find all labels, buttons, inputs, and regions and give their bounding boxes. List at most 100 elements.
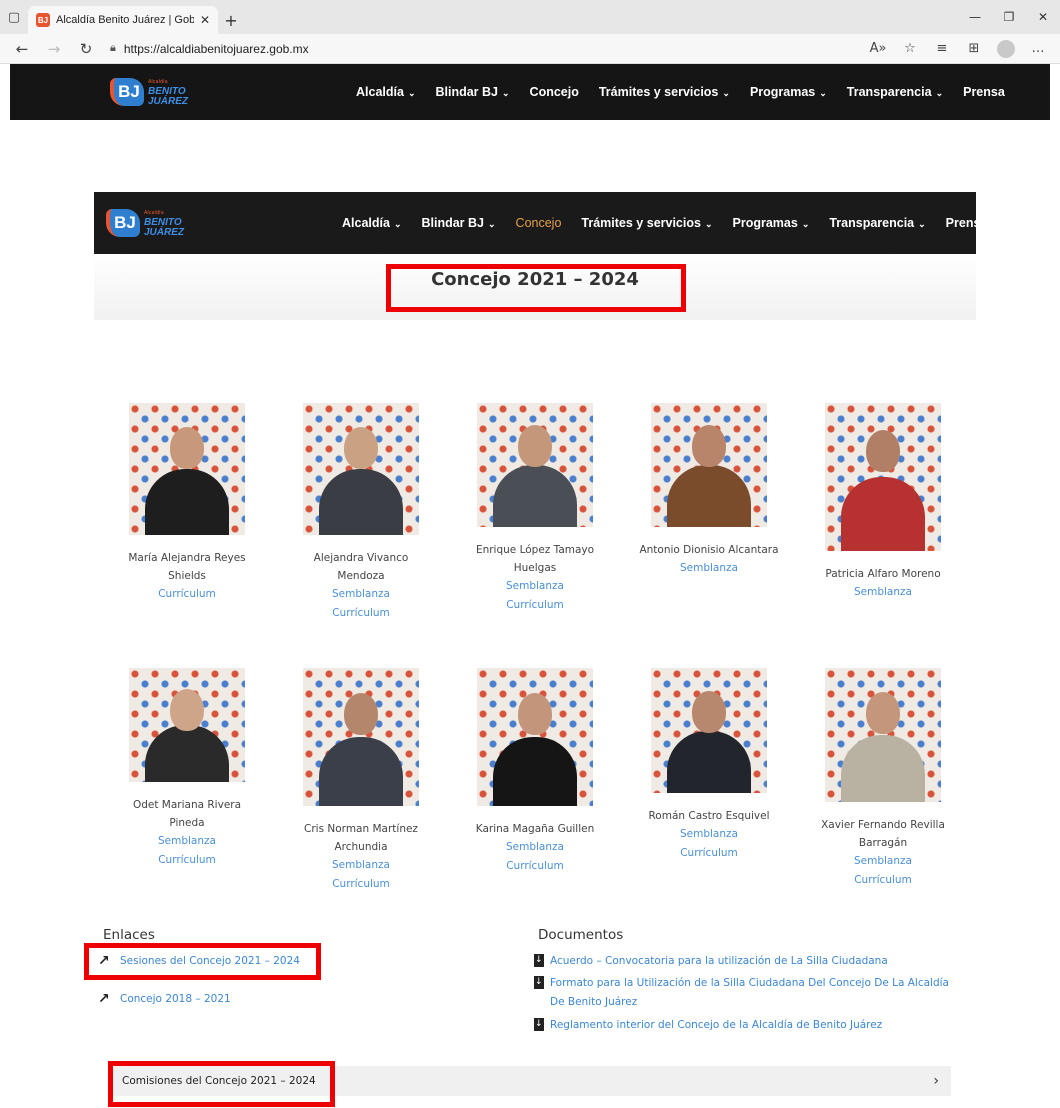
chevron-down-icon: ⌄ [935, 88, 944, 98]
chevron-down-icon: ⌄ [801, 219, 810, 229]
nav-item-concejo[interactable]: Concejo [506, 216, 572, 230]
highlight-box-comisiones [108, 1061, 335, 1107]
member-photo [129, 403, 245, 535]
document-label: Formato para la Utilización de la Silla … [550, 977, 949, 989]
nav-item-label: Alcaldía [356, 85, 404, 99]
council-member-card: Román Castro Esquivel Semblanza Currículum [622, 668, 796, 893]
nav-item-programas[interactable]: Programas ⌄ [740, 85, 837, 99]
council-member-card: Patricia Alfaro Moreno Semblanza [796, 403, 970, 622]
council-member-card: María Alejandra Reyes Shields Currículum [100, 403, 274, 622]
member-link-semblanza[interactable]: Semblanza [332, 585, 390, 604]
minimize-icon[interactable]: — [958, 0, 992, 34]
member-link-currculum[interactable]: Currículum [158, 585, 216, 604]
member-link-semblanza[interactable]: Semblanza [854, 583, 912, 602]
tab-title: Alcaldía Benito Juárez | Gobierno [56, 14, 194, 26]
logo-mark: BJ [106, 209, 140, 237]
content-header: BJ Alcaldía BENITO JUÁREZ Alcaldía ⌄ Blind… [94, 192, 987, 254]
nav-item-label: Transparencia [829, 216, 915, 230]
member-link-semblanza[interactable]: Semblanza [680, 559, 738, 578]
restore-icon[interactable]: ❐ [992, 0, 1026, 34]
member-link-currculum[interactable]: Currículum [506, 596, 564, 615]
member-link-currculum[interactable]: Currículum [680, 844, 738, 863]
member-link-currculum[interactable]: Currículum [332, 875, 390, 894]
member-link-semblanza[interactable]: Semblanza [680, 825, 738, 844]
nav-item-concejo[interactable]: Concejo [520, 85, 589, 99]
nav-item-prensa[interactable]: Prensa [953, 85, 1015, 99]
collections-icon[interactable]: ⊞ [958, 36, 990, 62]
back-button[interactable]: ← [6, 36, 38, 62]
chevron-down-icon: ⌄ [819, 88, 827, 98]
nav-item-label: Prensa [963, 85, 1005, 99]
council-member-card: Alejandra Vivanco Mendoza Semblanza Curríc… [274, 403, 448, 622]
nav-item-programas[interactable]: Programas ⌄ [723, 216, 820, 230]
member-link-semblanza[interactable]: Semblanza [506, 577, 564, 596]
highlight-box-title [386, 264, 686, 312]
profile-avatar[interactable] [997, 39, 1015, 58]
logo-line2: JUÁREZ [144, 227, 185, 238]
nav-item-blindar-bj[interactable]: Blindar BJ ⌄ [411, 216, 505, 230]
more-menu-icon[interactable]: … [1022, 36, 1054, 62]
member-link-semblanza[interactable]: Semblanza [158, 832, 216, 851]
document-link[interactable]: Acuerdo – Convocatoria para la utilizaci… [534, 952, 888, 971]
read-aloud-icon[interactable]: A» [862, 36, 894, 62]
member-photo [651, 403, 767, 527]
enlace-label: Concejo 2018 – 2021 [120, 993, 231, 1005]
member-link-semblanza[interactable]: Semblanza [332, 856, 390, 875]
documentos-title: Documentos [538, 927, 624, 943]
member-link-currculum[interactable]: Currículum [332, 604, 390, 623]
member-photo [477, 668, 593, 806]
lock-icon: 🔒︎ [110, 42, 116, 54]
content-nav: Alcaldía ⌄ Blindar BJ ⌄ Concejo Trámites y se… [332, 216, 997, 230]
enlace-concejo-2018[interactable]: ↗ Concejo 2018 – 2021 [98, 990, 231, 1009]
nav-item-label: Programas [732, 216, 798, 230]
member-name: Odet Mariana Rivera Pineda [132, 799, 242, 829]
new-tab-button[interactable]: + [218, 6, 244, 34]
logo-line2: JUÁREZ [148, 96, 189, 107]
document-link[interactable]: Formato para la Utilización de la Silla … [534, 974, 949, 1012]
member-name: Xavier Fernando Revilla Barragán [821, 819, 945, 849]
browser-tab[interactable]: BJ Alcaldía Benito Juárez | Gobierno ✕ [28, 6, 218, 34]
nav-item-label: Concejo [529, 85, 579, 99]
highlight-box-sesiones [84, 943, 321, 980]
nav-item-alcald-a[interactable]: Alcaldía ⌄ [346, 85, 425, 99]
url-field[interactable]: 🔒︎ https://alcaldiabenitojuarez.gob.mx [102, 37, 862, 61]
member-link-currculum[interactable]: Currículum [854, 871, 912, 890]
member-link-semblanza[interactable]: Semblanza [506, 838, 564, 857]
chevron-down-icon: ⌄ [393, 219, 402, 229]
nav-item-tr-mites-y-servicios[interactable]: Trámites y servicios ⌄ [589, 85, 740, 99]
tab-close-icon[interactable]: ✕ [200, 13, 210, 27]
nav-item-label: Trámites y servicios [598, 85, 719, 99]
favorites-list-icon[interactable]: ≡ [926, 36, 958, 62]
council-member-card: Karina Magaña Guillen Semblanza Currículum [448, 668, 622, 893]
site-logo[interactable]: BJ Alcaldía BENITO JUÁREZ [110, 77, 188, 107]
nav-item-blindar-bj[interactable]: Blindar BJ ⌄ [425, 85, 519, 99]
favorite-star-icon[interactable]: ☆ [894, 36, 926, 62]
member-link-semblanza[interactable]: Semblanza [854, 852, 912, 871]
address-bar: ← → ↻ 🔒︎ https://alcaldiabenitojuarez.go… [0, 34, 1060, 64]
nav-item-tr-mites-y-servicios[interactable]: Trámites y servicios ⌄ [571, 216, 722, 230]
member-name: Patricia Alfaro Moreno [825, 568, 941, 580]
nav-item-prensa[interactable]: Prensa [936, 216, 998, 230]
refresh-button[interactable]: ↻ [70, 36, 102, 62]
member-link-currculum[interactable]: Currículum [158, 851, 216, 870]
window-close-icon[interactable]: ✕ [1026, 0, 1060, 34]
url-text: https://alcaldiabenitojuarez.gob.mx [123, 41, 309, 56]
nav-item-transparencia[interactable]: Transparencia ⌄ [819, 216, 935, 230]
member-name: Enrique López Tamayo Huelgas [475, 544, 595, 574]
nav-item-transparencia[interactable]: Transparencia ⌄ [837, 85, 953, 99]
chevron-down-icon: ⌄ [502, 88, 510, 98]
forward-button[interactable]: → [38, 36, 70, 62]
council-member-card: Enrique López Tamayo Huelgas Semblanza Cur… [448, 403, 622, 622]
site-favicon-icon: BJ [36, 13, 50, 27]
tab-actions-icon[interactable]: ▢ [0, 0, 28, 34]
download-file-icon [534, 954, 544, 967]
chevron-down-icon: ⌄ [918, 219, 926, 229]
member-link-currculum[interactable]: Currículum [506, 857, 564, 876]
council-grid: María Alejandra Reyes Shields Currículum A… [100, 403, 970, 622]
nav-item-label: Transparencia [846, 85, 932, 99]
chevron-down-icon: ⌄ [488, 219, 496, 229]
document-link[interactable]: Reglamento interior del Concejo de la Al… [534, 1016, 882, 1035]
content-logo[interactable]: BJ Alcaldía BENITO JUÁREZ [106, 208, 184, 238]
nav-item-alcald-a[interactable]: Alcaldía ⌄ [332, 216, 411, 230]
nav-item-label: Prensa [945, 216, 988, 230]
